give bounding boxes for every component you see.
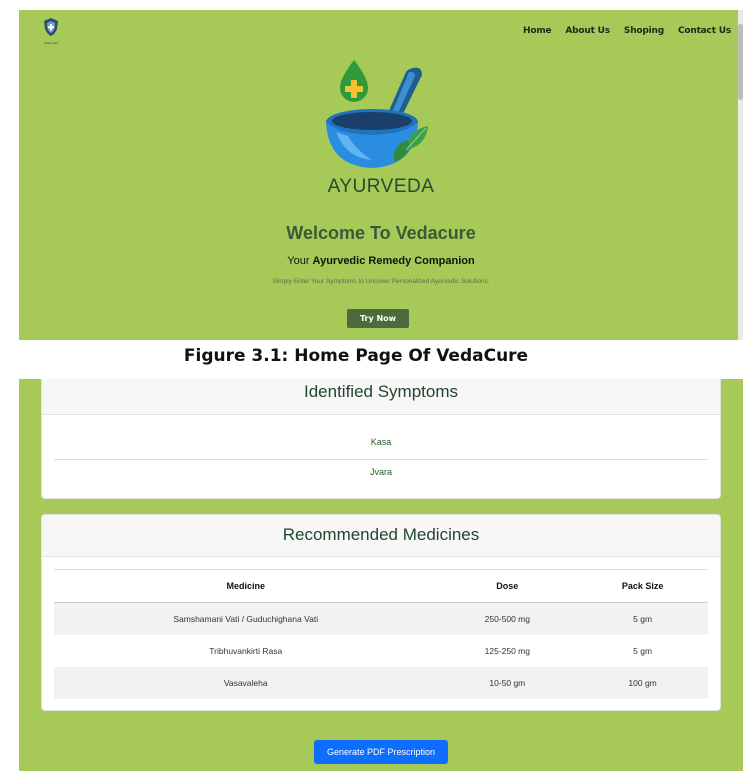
medicine-dose: 250-500 mg	[437, 602, 578, 635]
try-now-button[interactable]: Try Now	[347, 309, 409, 328]
logo-text: Veda Cure	[43, 41, 59, 45]
page-title: Welcome To Vedacure	[286, 223, 476, 243]
figure-caption: Figure 3.1: Home Page Of VedaCure	[183, 346, 529, 366]
subtitle-emphasis: Ayurvedic Remedy Companion	[312, 255, 475, 267]
nav-home[interactable]: Home	[523, 26, 552, 36]
table-row: Tribhuvankirti Rasa 125-250 mg 5 gm	[54, 635, 708, 667]
table-header-row: Medicine Dose Pack Size	[54, 569, 708, 603]
nav-contact-us[interactable]: Contact Us	[678, 26, 731, 36]
symptoms-card-title: Identified Symptoms	[42, 379, 720, 415]
medicines-card: Recommended Medicines Medicine Dose Pack…	[41, 514, 721, 711]
page-description: Simply Enter Your Symptoms to Uncover Pe…	[272, 278, 490, 285]
page-subtitle: Your Ayurvedic Remedy Companion	[19, 255, 743, 267]
top-nav: Home About Us Shoping Contact Us	[523, 26, 731, 36]
table-row: Samshamani Vati / Guduchighana Vati 250-…	[54, 602, 708, 635]
mortar-pestle-icon	[326, 60, 428, 168]
col-medicine: Medicine	[54, 569, 438, 603]
shield-logo-icon	[44, 18, 58, 36]
table-row: Vasavaleha 10-50 gm 100 gm	[54, 667, 708, 699]
col-pack-size: Pack Size	[577, 569, 708, 603]
symptom-item: Kasa	[54, 430, 708, 460]
results-page-screenshot: Identified Symptoms Kasa Jvara Recommend…	[19, 379, 743, 771]
medicine-name: Tribhuvankirti Rasa	[209, 646, 283, 656]
symptom-item: Jvara	[369, 467, 392, 477]
scrollbar-track[interactable]	[738, 10, 743, 340]
medicines-table: Medicine Dose Pack Size Samshamani Vati …	[54, 569, 708, 699]
scrollbar-thumb[interactable]	[738, 24, 743, 100]
medicine-name: Vasavaleha	[54, 667, 438, 699]
medicines-card-title: Recommended Medicines	[42, 515, 720, 557]
medicine-pack: 5 gm	[633, 646, 653, 656]
subtitle-prefix: Your	[287, 255, 310, 267]
generate-pdf-button[interactable]: Generate PDF Prescription	[314, 740, 448, 764]
medicine-pack: 5 gm	[577, 602, 708, 635]
col-dose: Dose	[437, 569, 578, 603]
site-logo[interactable]: Veda Cure	[41, 18, 61, 58]
symptom-list: Kasa Jvara	[54, 430, 708, 489]
medicine-pack: 100 gm	[577, 667, 708, 699]
medicine-dose: 125-250 mg	[484, 646, 530, 656]
symptoms-card: Identified Symptoms Kasa Jvara	[41, 379, 721, 499]
medicine-name: Samshamani Vati / Guduchighana Vati	[54, 602, 438, 635]
nav-about-us[interactable]: About Us	[565, 26, 610, 36]
nav-shopping[interactable]: Shoping	[624, 26, 664, 36]
medicine-dose: 10-50 gm	[437, 667, 578, 699]
home-page-screenshot: Veda Cure Home About Us Shoping Contact …	[19, 10, 743, 340]
ayurveda-wordmark: AYURVEDA	[327, 176, 435, 197]
